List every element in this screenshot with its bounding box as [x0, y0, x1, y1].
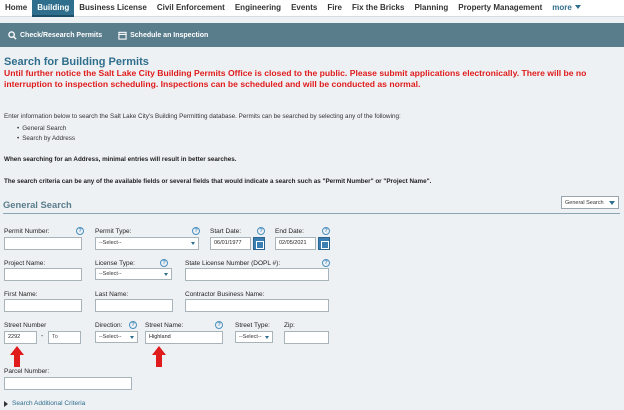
schedule-inspection-label: Schedule an Inspection — [130, 31, 209, 39]
top-nav: Home Building Business License Civil Enf… — [0, 0, 624, 17]
help-icon[interactable]: ? — [76, 227, 84, 235]
parcel-number-input[interactable] — [4, 377, 132, 390]
street-type-label: Street Type: — [235, 322, 270, 329]
street-type-value: --Select-- — [239, 334, 262, 340]
search-type-select[interactable]: General Search — [561, 196, 619, 209]
help-icon[interactable]: ? — [322, 259, 330, 267]
calendar-icon — [118, 31, 127, 40]
section-title: General Search — [3, 199, 72, 210]
end-date-input[interactable]: 02/05/2021 — [275, 237, 316, 250]
arrow-shaft — [14, 355, 20, 367]
check-research-label: Check/Research Permits — [20, 31, 103, 39]
contractor-label: Contractor Business Name: — [185, 291, 265, 298]
help-icon[interactable]: ? — [192, 227, 200, 235]
search-options-list: General Search Search by Address — [17, 124, 75, 144]
direction-label: Direction: — [95, 322, 123, 329]
nav-engineering[interactable]: Engineering — [230, 0, 286, 17]
nav-planning[interactable]: Planning — [409, 0, 453, 17]
list-item: General Search — [17, 124, 75, 134]
first-name-label: First Name: — [4, 291, 38, 298]
permit-type-value: --Select-- — [99, 240, 122, 246]
permit-type-label: Permit Type: — [95, 228, 132, 235]
street-number-from-input[interactable]: 2292 — [4, 331, 37, 344]
help-icon[interactable]: ? — [160, 259, 168, 267]
address-hint: When searching for an Address, minimal e… — [4, 156, 237, 163]
general-search-header: General Search General Search — [3, 196, 620, 214]
state-license-input[interactable] — [185, 268, 329, 281]
end-date-label: End Date: — [275, 228, 304, 235]
schedule-inspection-link[interactable]: Schedule an Inspection — [110, 31, 216, 40]
permit-type-select[interactable]: --Select-- — [95, 237, 199, 250]
permit-number-input[interactable] — [4, 237, 82, 250]
street-number-to-input[interactable]: To — [48, 331, 81, 344]
project-name-input[interactable] — [4, 268, 82, 281]
nav-fix-the-bricks[interactable]: Fix the Bricks — [347, 0, 409, 17]
additional-criteria-label: Search Additional Criteria — [12, 400, 86, 407]
chevron-down-icon — [609, 201, 615, 205]
list-item: Search by Address — [17, 134, 75, 144]
nav-business-license[interactable]: Business License — [74, 0, 152, 17]
page-title: Search for Building Permits — [4, 56, 149, 68]
chevron-down-icon — [164, 273, 168, 276]
chevron-down-icon — [574, 5, 581, 10]
expand-arrow-icon — [4, 400, 8, 407]
help-icon[interactable]: ? — [257, 227, 265, 235]
permit-number-label: Permit Number: — [4, 228, 50, 235]
nav-more-label: more — [552, 2, 572, 12]
arrow-shaft — [156, 355, 162, 367]
start-date-label: Start Date: — [210, 228, 242, 235]
nav-building[interactable]: Building — [32, 0, 75, 17]
direction-value: --Select-- — [99, 334, 122, 340]
nav-property-management[interactable]: Property Management — [453, 0, 547, 17]
search-icon — [8, 30, 17, 40]
help-icon[interactable]: ? — [322, 227, 330, 235]
range-dash: - — [41, 333, 44, 340]
license-type-value: --Select-- — [99, 271, 122, 277]
search-additional-criteria-link[interactable]: Search Additional Criteria — [4, 400, 85, 407]
street-name-input[interactable]: Highland — [145, 331, 223, 344]
project-name-label: Project Name: — [4, 260, 46, 267]
chevron-down-icon — [130, 336, 134, 339]
chevron-down-icon — [191, 242, 195, 245]
check-research-permits-link[interactable]: Check/Research Permits — [0, 30, 110, 40]
street-number-label: Street Number — [4, 322, 47, 329]
last-name-label: Last Name: — [95, 291, 129, 298]
search-type-value: General Search — [565, 200, 604, 206]
nav-events[interactable]: Events — [286, 0, 322, 17]
arrow-head — [10, 346, 24, 355]
street-name-label: Street Name: — [145, 322, 184, 329]
red-arrow-annotation — [10, 346, 24, 368]
arrow-head — [152, 346, 166, 355]
criteria-hint: The search criteria can be any of the av… — [4, 178, 432, 185]
start-date-input[interactable]: 06/01/1977 — [210, 237, 251, 250]
sub-toolbar: Check/Research Permits Schedule an Inspe… — [0, 23, 624, 47]
closure-notice: Until further notice the Salt Lake City … — [4, 68, 587, 89]
calendar-icon[interactable] — [253, 237, 265, 250]
nav-fire[interactable]: Fire — [322, 0, 347, 17]
direction-select[interactable]: --Select-- — [95, 331, 138, 343]
intro-text: Enter information below to search the Sa… — [4, 113, 401, 120]
contractor-input[interactable] — [185, 299, 329, 312]
nav-home[interactable]: Home — [0, 0, 32, 17]
last-name-input[interactable] — [95, 299, 173, 312]
help-icon[interactable]: ? — [215, 321, 223, 329]
license-type-label: License Type: — [95, 260, 135, 267]
zip-input[interactable] — [284, 331, 329, 344]
zip-label: Zip: — [284, 322, 295, 329]
first-name-input[interactable] — [4, 299, 82, 312]
red-arrow-annotation — [152, 346, 166, 368]
parcel-number-label: Parcel Number: — [4, 368, 50, 375]
state-license-label: State License Number (DOPL #): — [185, 260, 281, 267]
calendar-icon[interactable] — [318, 237, 330, 250]
license-type-select[interactable]: --Select-- — [95, 268, 172, 280]
nav-civil-enforcement[interactable]: Civil Enforcement — [152, 0, 230, 17]
street-type-select[interactable]: --Select-- — [235, 331, 273, 343]
help-icon[interactable]: ? — [129, 321, 137, 329]
nav-more[interactable]: more — [547, 0, 586, 17]
chevron-down-icon — [265, 336, 269, 339]
